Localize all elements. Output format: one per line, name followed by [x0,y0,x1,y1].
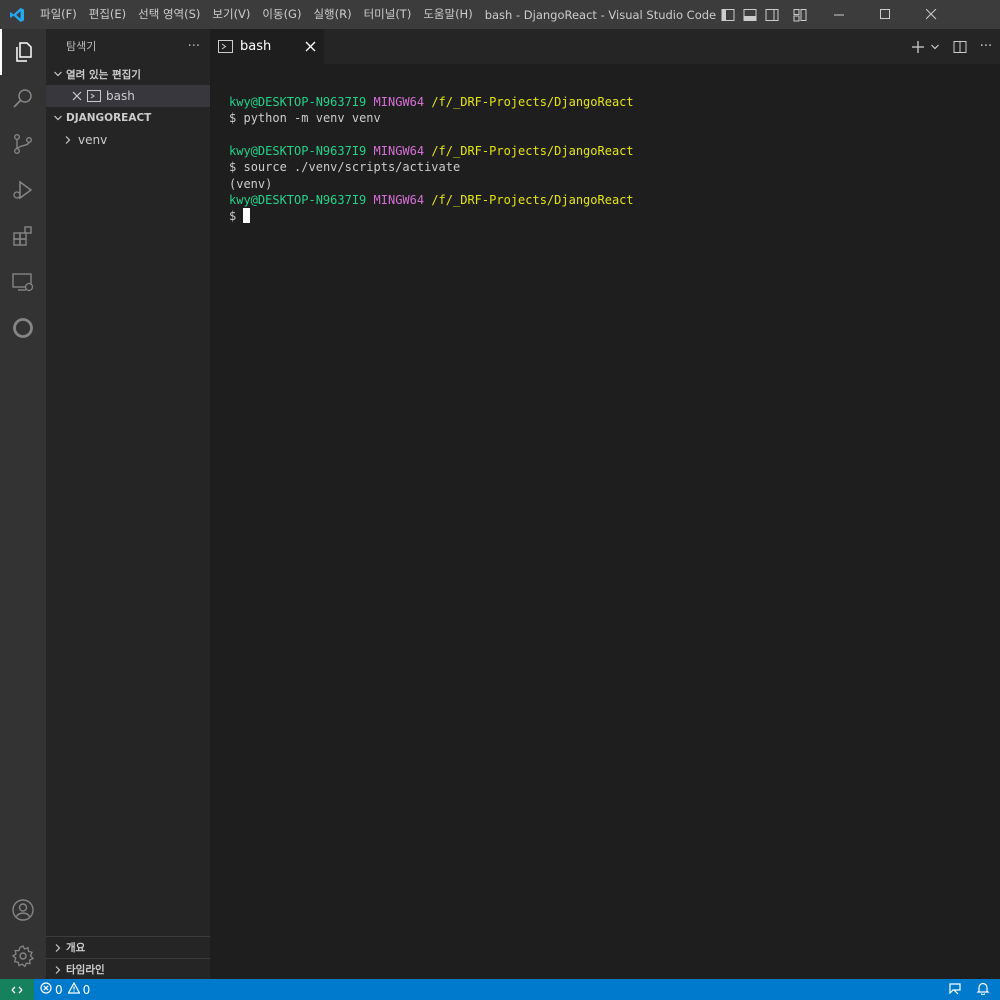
terminal-icon [84,89,104,103]
menu-selection[interactable]: 선택 영역(S) [132,0,206,29]
terminal-shell: MINGW64 [373,144,425,158]
status-bar-right [948,979,990,1000]
chevron-right-icon [50,965,66,975]
layout-controls [717,0,811,29]
remote-explorer-icon[interactable] [0,259,46,305]
close-window-icon[interactable] [909,0,955,29]
outline-section[interactable]: 개요 [46,936,210,958]
terminal-command: source ./venv/scripts/activate [243,160,461,174]
terminal-panel[interactable]: kwy@DESKTOP-N9637I9 MINGW64 /f/_DRF-Proj… [210,64,1000,979]
tab-label: bash [240,39,272,54]
terminal-prompt-line: kwy@DESKTOP-N9637I9 MINGW64 /f/_DRF-Proj… [229,192,634,208]
vscode-logo-icon [0,0,34,29]
tab-bash[interactable]: bash [210,29,324,64]
notifications-bell-icon[interactable] [976,981,990,998]
terminal-command-line: $ python -m venv venv [229,110,381,126]
chevron-down-icon [50,69,66,79]
terminal-cursor [243,208,251,223]
project-label: DJANGOREACT [66,112,152,124]
terminal-user: kwy@DESKTOP-N9637I9 [229,95,367,109]
chevron-right-icon [50,943,66,953]
terminal-path: /f/_DRF-Projects/DjangoReact [431,193,634,207]
open-editors-section[interactable]: 열려 있는 편집기 [46,63,210,85]
terminal-profiles-chevron-icon[interactable] [928,29,942,64]
toggle-secondary-sidebar-icon[interactable] [761,0,783,29]
editor-actions: ··· [908,29,1000,64]
menu-run[interactable]: 실행(R) [307,0,357,29]
extensions-icon[interactable] [0,213,46,259]
error-count: 0 [55,982,63,997]
sidebar-header: 탐색기 ··· [46,29,210,63]
terminal-prompt-symbol: $ [229,111,237,125]
menu-help[interactable]: 도움말(H) [417,0,478,29]
terminal-path: /f/_DRF-Projects/DjangoReact [431,95,634,109]
terminal-prompt-symbol: $ [229,160,237,174]
more-actions-icon[interactable]: ··· [972,29,1000,64]
github-copilot-icon[interactable] [0,305,46,351]
terminal-shell: MINGW64 [373,193,425,207]
menu-edit[interactable]: 편집(E) [83,0,132,29]
menu-view[interactable]: 보기(V) [206,0,256,29]
toggle-panel-icon[interactable] [739,0,761,29]
terminal-venv-indicator: (venv) [229,177,273,191]
sidebar-title: 탐색기 [66,40,97,53]
title-bar: 파일(F) 편집(E) 선택 영역(S) 보기(V) 이동(G) 실행(R) 터… [0,0,1000,29]
terminal-user: kwy@DESKTOP-N9637I9 [229,144,367,158]
terminal-path: /f/_DRF-Projects/DjangoReact [431,144,634,158]
accounts-icon[interactable] [0,887,46,933]
terminal-icon [210,39,240,54]
chevron-down-icon [50,113,66,123]
terminal-shell: MINGW64 [373,95,425,109]
timeline-section[interactable]: 타임라인 [46,958,210,980]
close-tab-icon[interactable] [305,41,316,56]
new-terminal-icon[interactable] [908,29,928,64]
open-editor-item[interactable]: bash [46,85,210,107]
explorer-icon[interactable] [0,29,46,75]
terminal-prompt-line: kwy@DESKTOP-N9637I9 MINGW64 /f/_DRF-Proj… [229,94,634,110]
terminal-input-line[interactable]: $ [229,208,251,224]
status-bar: 0 0 [0,979,1000,1000]
more-actions-icon[interactable]: ··· [188,39,200,54]
error-icon [40,982,52,997]
terminal-user: kwy@DESKTOP-N9637I9 [229,193,367,207]
remote-indicator-icon[interactable] [0,979,34,1000]
minimize-icon[interactable] [817,0,863,29]
close-editor-icon[interactable] [70,91,84,101]
menu-go[interactable]: 이동(G) [256,0,307,29]
menu-terminal[interactable]: 터미널(T) [358,0,418,29]
warning-icon [67,981,81,997]
folder-item[interactable]: venv [46,129,210,151]
open-editor-label: bash [106,89,135,103]
project-section[interactable]: DJANGOREACT [46,107,210,129]
window-title: bash - DjangoReact - Visual Studio Code … [484,7,717,22]
terminal-command: python -m venv venv [243,111,381,125]
explorer-sidebar: 탐색기 ··· 열려 있는 편집기 bash DJANGOREACT venv … [46,29,210,979]
tab-bar: bash ··· [210,29,1000,64]
settings-gear-icon[interactable] [0,933,46,979]
split-editor-icon[interactable] [948,29,972,64]
outline-label: 개요 [66,942,86,954]
timeline-label: 타임라인 [66,964,105,976]
feedback-icon[interactable] [948,981,962,998]
problems-indicator[interactable]: 0 0 [40,979,90,1000]
folder-label: venv [78,133,108,147]
open-editors-label: 열려 있는 편집기 [66,68,141,81]
activity-bar [0,29,46,979]
terminal-prompt-line: kwy@DESKTOP-N9637I9 MINGW64 /f/_DRF-Proj… [229,143,634,159]
search-icon[interactable] [0,75,46,121]
terminal-prompt-symbol: $ [229,209,237,223]
source-control-icon[interactable] [0,121,46,167]
chevron-right-icon [60,135,76,145]
warning-count: 0 [82,982,91,997]
terminal-command-line: $ source ./venv/scripts/activate [229,159,460,175]
customize-layout-icon[interactable] [789,0,811,29]
menu-file[interactable]: 파일(F) [34,0,83,29]
menu-bar: 파일(F) 편집(E) 선택 영역(S) 보기(V) 이동(G) 실행(R) 터… [34,0,479,29]
run-debug-icon[interactable] [0,167,46,213]
toggle-sidebar-icon[interactable] [717,0,739,29]
maximize-icon[interactable] [863,0,909,29]
